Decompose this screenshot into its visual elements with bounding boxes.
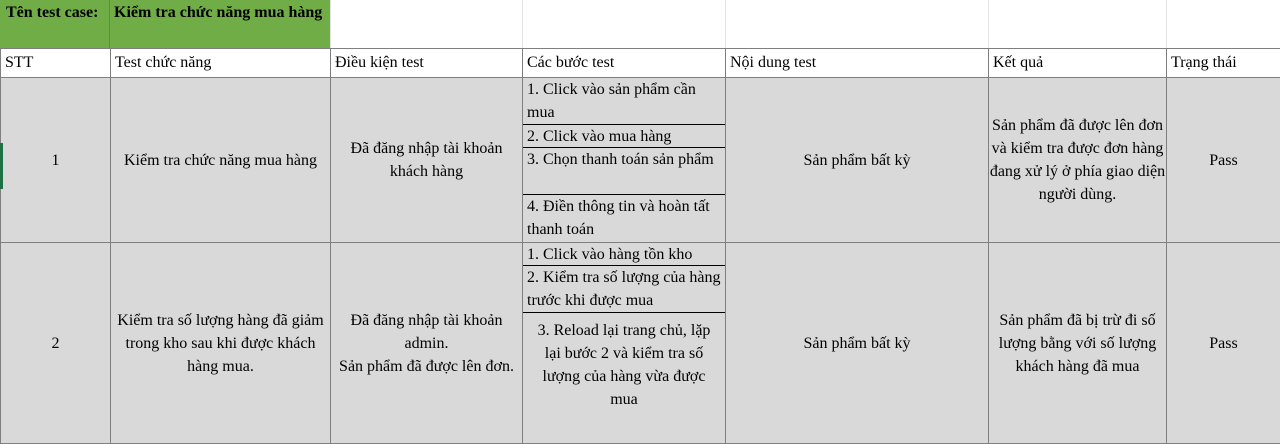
- step-item[interactable]: 2. Kiểm tra số lượng của hàng trước khi …: [523, 266, 725, 313]
- table-row: 2 Kiểm tra số lượng hàng đã giảm trong k…: [1, 243, 1280, 444]
- empty-cell[interactable]: [1166, 0, 1280, 48]
- cell-status[interactable]: Pass: [1167, 243, 1280, 444]
- test-case-table: STT Test chức năng Điều kiện test Các bư…: [0, 48, 1280, 444]
- cell-steps[interactable]: 1. Click vào sản phẩm cần mua 2. Click v…: [523, 78, 726, 243]
- row-selection-marker: [0, 143, 3, 189]
- header-stt[interactable]: STT: [1, 49, 111, 78]
- step-item[interactable]: 4. Điền thông tin và hoàn tất thanh toán: [523, 195, 725, 242]
- cell-steps[interactable]: 1. Click vào hàng tồn kho 2. Kiểm tra số…: [523, 243, 726, 444]
- step-item[interactable]: 3. Chọn thanh toán sản phẩm: [523, 148, 725, 195]
- header-row: STT Test chức năng Điều kiện test Các bư…: [1, 49, 1280, 78]
- cell-content[interactable]: Sản phẩm bất kỳ: [726, 78, 989, 243]
- cell-stt[interactable]: 1: [1, 78, 111, 243]
- header-steps[interactable]: Các bước test: [523, 49, 726, 78]
- cell-status[interactable]: Pass: [1167, 78, 1280, 243]
- step-item[interactable]: 2. Click vào mua hàng: [523, 125, 725, 148]
- cell-result[interactable]: Sản phẩm đã bị trừ đi số lượng bằng với …: [989, 243, 1167, 444]
- cell-content[interactable]: Sản phẩm bất kỳ: [726, 243, 989, 444]
- header-function[interactable]: Test chức năng: [111, 49, 331, 78]
- spreadsheet: Tên test case: Kiểm tra chức năng mua hà…: [0, 0, 1280, 438]
- condition-line: Sản phẩm đã được lên đơn.: [331, 355, 522, 378]
- cell-condition[interactable]: Đã đăng nhập tài khoản admin. Sản phẩm đ…: [331, 243, 523, 444]
- header-result[interactable]: Kết quả: [989, 49, 1167, 78]
- empty-cell[interactable]: [330, 0, 522, 48]
- test-case-value: Kiểm tra chức năng mua hàng: [114, 4, 322, 21]
- test-case-value-cell[interactable]: Kiểm tra chức năng mua hàng: [110, 0, 330, 48]
- header-content[interactable]: Nội dung test: [726, 49, 989, 78]
- step-item[interactable]: 1. Click vào hàng tồn kho: [523, 243, 725, 266]
- step-item[interactable]: 3. Reload lại trang chủ, lặp lại bước 2 …: [523, 313, 725, 443]
- condition-line: Đã đăng nhập tài khoản admin.: [331, 309, 522, 355]
- empty-cell[interactable]: [725, 0, 988, 48]
- header-condition[interactable]: Điều kiện test: [331, 49, 523, 78]
- header-status[interactable]: Trạng thái: [1167, 49, 1280, 78]
- empty-cell[interactable]: [522, 0, 725, 48]
- table-row: 1 Kiểm tra chức năng mua hàng Đã đăng nh…: [1, 78, 1280, 243]
- cell-stt[interactable]: 2: [1, 243, 111, 444]
- cell-function[interactable]: Kiểm tra số lượng hàng đã giảm trong kho…: [111, 243, 331, 444]
- step-item[interactable]: 1. Click vào sản phẩm cần mua: [523, 78, 725, 125]
- cell-function[interactable]: Kiểm tra chức năng mua hàng: [111, 78, 331, 243]
- test-case-label: Tên test case:: [6, 4, 98, 21]
- cell-condition[interactable]: Đã đăng nhập tài khoản khách hàng: [331, 78, 523, 243]
- cell-result[interactable]: Sản phẩm đã được lên đơn và kiểm tra đượ…: [989, 78, 1167, 243]
- test-case-label-cell[interactable]: Tên test case:: [0, 0, 110, 48]
- empty-cell[interactable]: [988, 0, 1166, 48]
